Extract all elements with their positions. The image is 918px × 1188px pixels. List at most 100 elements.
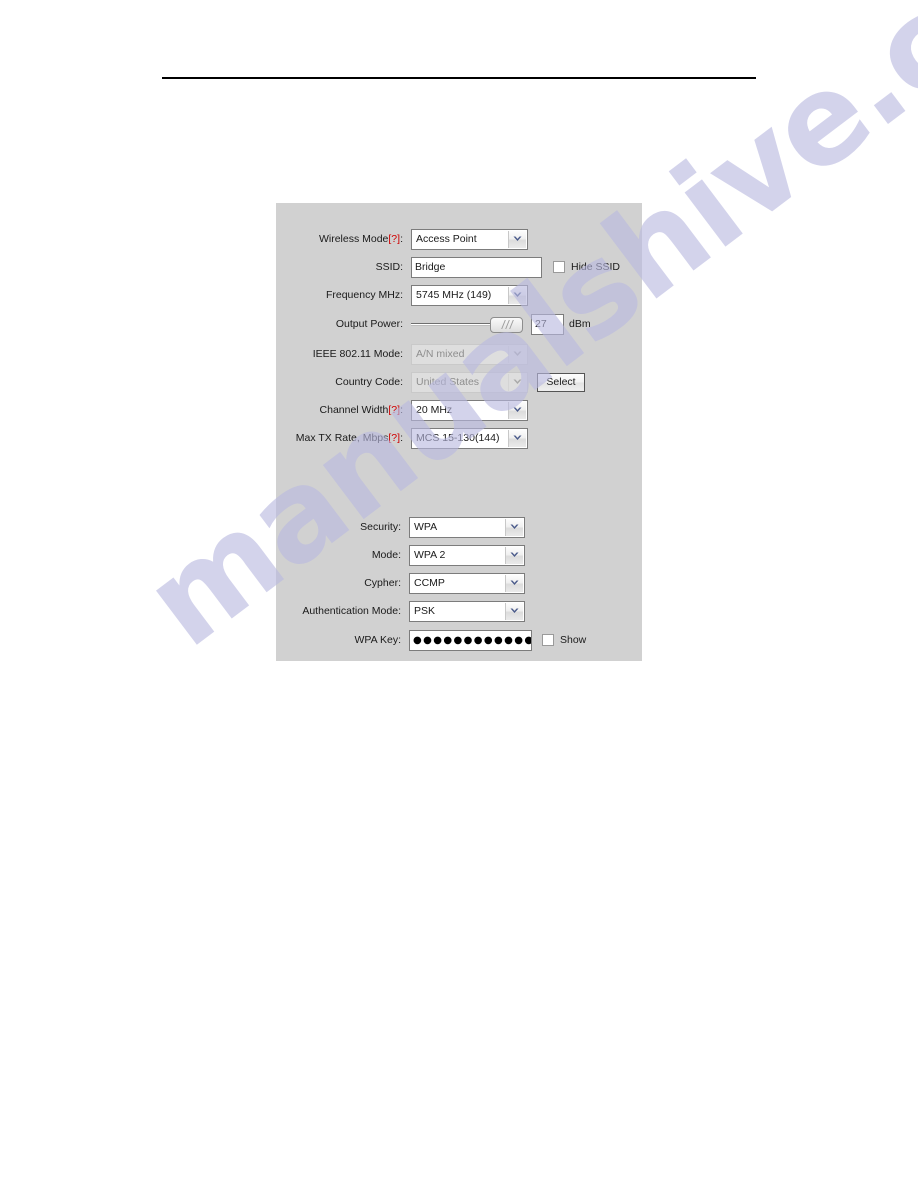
form-row-mode: Mode: WPA 2 (276, 544, 642, 566)
label-text-wpa-key: WPA Key (354, 634, 399, 646)
checkbox-label-show-key: Show (560, 634, 587, 646)
label-authentication-mode: Authentication Mode: (141, 600, 401, 622)
input-output-power-value[interactable]: 27 (531, 313, 564, 335)
label-colon-ssid: : (400, 261, 403, 273)
form-row-wireless-mode: Wireless Mode[?]: Access Point (276, 228, 642, 250)
label-text-authentication-mode: Authentication Mode (302, 605, 399, 617)
select-ieee-mode: A/N mixed (411, 343, 528, 365)
label-colon-country-code: : (400, 376, 403, 388)
label-colon-ieee-mode: : (400, 348, 403, 360)
input-ssid[interactable]: Bridge (411, 256, 542, 278)
field-frequency: 5745 MHz (149) (411, 284, 528, 306)
form-row-channel-width: Channel Width[?]: 20 MHz (276, 399, 642, 421)
field-security: WPA (409, 516, 525, 538)
label-colon-authentication-mode: : (398, 605, 401, 617)
label-colon-output-power: : (400, 318, 403, 330)
field-ssid: Bridge Hide SSID (411, 256, 620, 278)
hint-icon-wireless-mode[interactable]: [?] (388, 233, 400, 245)
form-row-ssid: SSID: Bridge Hide SSID (276, 256, 642, 278)
label-text-security: Security (360, 521, 399, 533)
select-max-tx-rate[interactable]: MCS 15-130(144) (411, 427, 528, 449)
label-max-tx-rate: Max TX Rate, Mbps[?]: (143, 427, 403, 449)
field-max-tx-rate: MCS 15-130(144) (411, 427, 528, 449)
chevron-down-icon[interactable] (505, 574, 523, 592)
select-channel-width[interactable]: 20 MHz (411, 399, 528, 421)
label-security: Security: (141, 516, 401, 538)
select-authentication-mode[interactable]: PSK (409, 600, 525, 622)
label-text-output-power: Output Power (335, 318, 401, 330)
label-colon-wpa-key: : (398, 634, 401, 646)
label-text-mode: Mode (371, 549, 399, 561)
label-wpa-key: WPA Key: (141, 629, 402, 651)
unit-label-dbm: dBm (569, 318, 591, 330)
field-output-power: 27 dBm (411, 313, 591, 335)
select-value-ieee-mode: A/N mixed (416, 348, 465, 360)
input-wpa-key[interactable]: ●●●●●●●●●●●●● (409, 629, 532, 651)
label-output-power: Output Power: (143, 313, 403, 335)
label-colon-channel-width: : (400, 404, 403, 416)
field-authentication-mode: PSK (409, 600, 525, 622)
select-wireless-mode[interactable]: Access Point (411, 228, 528, 250)
checkbox-show-key[interactable] (542, 634, 554, 646)
label-country-code: Country Code: (143, 371, 403, 393)
label-channel-width: Channel Width[?]: (143, 399, 403, 421)
select-country-code: United States (411, 371, 528, 393)
label-text-ssid: SSID (375, 261, 401, 273)
select-value-mode: WPA 2 (414, 549, 446, 561)
page-header-rule (162, 77, 756, 79)
chevron-down-icon (508, 373, 526, 391)
label-ssid: SSID: (143, 256, 403, 278)
select-cypher[interactable]: CCMP (409, 572, 525, 594)
label-text-ieee-mode: IEEE 802.11 Mode (312, 348, 401, 360)
label-colon-mode: : (398, 549, 401, 561)
label-colon-security: : (398, 521, 401, 533)
chevron-down-icon[interactable] (508, 429, 526, 447)
field-channel-width: 20 MHz (411, 399, 528, 421)
slider-grip-line (509, 320, 514, 329)
chevron-down-icon[interactable] (505, 546, 523, 564)
slider-output-power[interactable] (411, 314, 523, 334)
label-text-cypher: Cypher (364, 577, 399, 589)
field-cypher: CCMP (409, 572, 525, 594)
select-mode[interactable]: WPA 2 (409, 544, 525, 566)
form-row-max-tx-rate: Max TX Rate, Mbps[?]: MCS 15-130(144) (276, 427, 642, 449)
field-wpa-key: ●●●●●●●●●●●●● Show (409, 629, 586, 651)
select-frequency[interactable]: 5745 MHz (149) (411, 284, 528, 306)
chevron-down-icon[interactable] (508, 286, 526, 304)
hint-icon-channel-width[interactable]: [?] (388, 404, 400, 416)
chevron-down-icon (508, 345, 526, 363)
label-colon-wireless-mode: : (400, 233, 403, 245)
label-cypher: Cypher: (141, 572, 401, 594)
form-row-cypher: Cypher: CCMP (276, 572, 642, 594)
chevron-down-icon[interactable] (508, 401, 526, 419)
form-row-ieee-mode: IEEE 802.11 Mode: A/N mixed (276, 343, 642, 365)
select-value-security: WPA (414, 521, 438, 533)
select-value-frequency: 5745 MHz (149) (416, 289, 492, 301)
field-mode: WPA 2 (409, 544, 525, 566)
chevron-down-icon[interactable] (508, 230, 526, 248)
field-wireless-mode: Access Point (411, 228, 528, 250)
label-colon-cypher: : (398, 577, 401, 589)
hint-icon-max-tx-rate[interactable]: [?] (388, 432, 400, 444)
select-value-wireless-mode: Access Point (416, 233, 477, 245)
chevron-down-icon[interactable] (505, 518, 523, 536)
checkbox-group-hide-ssid[interactable]: Hide SSID (553, 261, 620, 273)
form-row-authentication-mode: Authentication Mode: PSK (276, 600, 642, 622)
label-text-max-tx-rate: Max TX Rate, Mbps (295, 432, 389, 444)
checkbox-hide-ssid[interactable] (553, 261, 565, 273)
select-security[interactable]: WPA (409, 516, 525, 538)
form-row-output-power: Output Power: 27 dBm (276, 313, 642, 335)
select-value-cypher: CCMP (414, 577, 445, 589)
select-value-authentication-mode: PSK (414, 605, 436, 617)
select-value-channel-width: 20 MHz (416, 404, 453, 416)
checkbox-group-show-key[interactable]: Show (542, 634, 586, 646)
label-text-frequency: Frequency MHz (325, 289, 401, 301)
label-text-wireless-mode: Wireless Mode (318, 233, 389, 245)
select-value-country-code: United States (416, 376, 480, 388)
form-row-country-code: Country Code: United States Select (276, 371, 642, 393)
slider-thumb[interactable] (490, 317, 523, 333)
select-country-button[interactable]: Select (537, 372, 585, 392)
label-colon-frequency: : (400, 289, 403, 301)
chevron-down-icon[interactable] (505, 602, 523, 620)
form-row-security: Security: WPA (276, 516, 642, 538)
